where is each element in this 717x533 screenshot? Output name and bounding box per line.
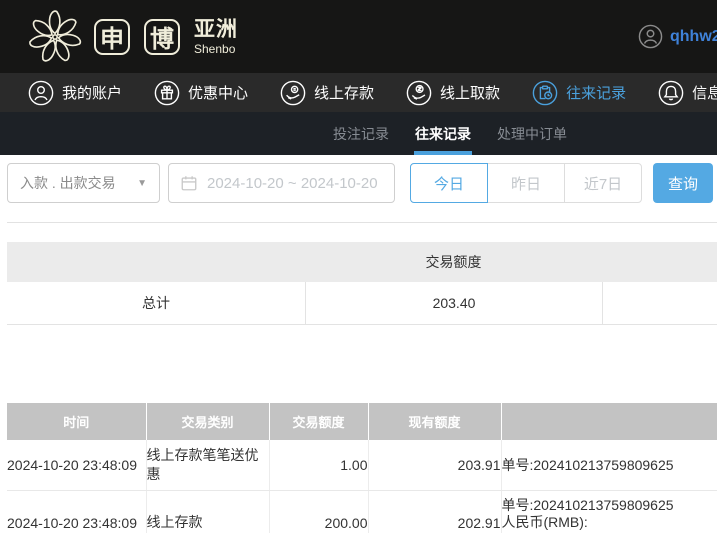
cell-time: 2024-10-20 23:48:09: [7, 440, 146, 491]
nav-item-messages[interactable]: 信息: [658, 80, 717, 106]
col-header-balance: 现有额度: [368, 403, 501, 440]
tab-betting-records[interactable]: 投注记录: [333, 112, 389, 155]
cell-balance: 203.91: [368, 440, 501, 491]
cell-summary: 单号:202410213759809625 人民币(RMB): 200: [501, 491, 717, 533]
transaction-type-select[interactable]: 入款 . 出款交易 ▼: [7, 163, 160, 203]
cell-amount: 1.00: [269, 440, 368, 491]
date-range-value: 2024-10-20 ~ 2024-10-20: [207, 175, 378, 192]
nav-item-my-account[interactable]: 我的账户: [28, 80, 122, 106]
cell-summary: 单号:202410213759809625: [501, 440, 717, 491]
summary-table: 交易额度 总计 203.40: [7, 242, 717, 325]
transactions-table: 时间 交易类别 交易额度 现有额度 摘要 2024-10-20 23:48:09…: [7, 403, 717, 533]
account-area[interactable]: qhhw2: [638, 0, 717, 73]
summary-total-row: 总计 203.40: [7, 282, 717, 325]
summary-header-row: 交易额度: [7, 242, 717, 282]
summary-total-value: 203.40: [305, 282, 602, 324]
nav-label: 优惠中心: [188, 82, 248, 103]
top-header: 申 博 亚洲 Shenbo qhhw2: [0, 0, 717, 73]
col-header-summary: 摘要: [501, 403, 717, 440]
table-row: 2024-10-20 23:48:09 线上存款 200.00 202.91 单…: [7, 491, 717, 533]
bell-icon: [658, 80, 684, 106]
nav-label: 我的账户: [62, 82, 122, 103]
col-header-summary-label: 摘要: [502, 412, 717, 431]
search-button[interactable]: 查询: [653, 163, 713, 203]
nav-label: 线上取款: [440, 82, 500, 103]
cell-type: 线上存款笔笔送优惠: [146, 440, 269, 491]
main-nav: 我的账户 优惠中心 线上存款: [0, 73, 717, 112]
table-row: 2024-10-20 23:48:09 线上存款笔笔送优惠 1.00 203.9…: [7, 440, 717, 491]
summary-total-label: 总计: [7, 293, 305, 313]
brand-subtitle: Shenbo: [194, 43, 238, 55]
nav-item-online-withdrawal[interactable]: 线上取款: [406, 80, 500, 106]
cell-type: 线上存款: [146, 491, 269, 533]
nav-item-online-deposit[interactable]: 线上存款: [280, 80, 374, 106]
brand-char-shen: 申: [94, 19, 130, 55]
nav-label: 往来记录: [566, 82, 626, 103]
cell-balance: 202.91: [368, 491, 501, 533]
summary-header-label: 交易额度: [305, 252, 602, 272]
cell-amount: 200.00: [269, 491, 368, 533]
filter-divider: [7, 222, 717, 223]
today-button[interactable]: 今日: [410, 163, 488, 203]
deposit-hand-coin-icon: [280, 80, 306, 106]
col-header-time: 时间: [7, 403, 146, 440]
date-range-input[interactable]: 2024-10-20 ~ 2024-10-20: [168, 163, 395, 203]
records-clipboard-icon: [532, 80, 558, 106]
nav-label: 信息: [692, 82, 717, 103]
brand-char-bo: 博: [144, 19, 180, 55]
summary-line: 单号:202410213759809625: [502, 497, 717, 514]
col-header-amount: 交易额度: [269, 403, 368, 440]
brand-region: 亚洲: [194, 19, 238, 40]
summary-line: 人民币(RMB):: [502, 514, 717, 531]
calendar-icon: [180, 174, 198, 192]
table-header-row: 时间 交易类别 交易额度 现有额度 摘要: [7, 403, 717, 440]
summary-empty-cell: [602, 282, 717, 324]
last7days-button[interactable]: 近7日: [564, 163, 642, 203]
gift-icon: [154, 80, 180, 106]
tab-processing-orders[interactable]: 处理中订单: [497, 112, 567, 155]
brand-logo[interactable]: 申 博 亚洲 Shenbo: [26, 8, 238, 66]
tab-transaction-records[interactable]: 往来记录: [415, 112, 471, 155]
lotus-flower-icon: [26, 8, 84, 66]
nav-item-promotions[interactable]: 优惠中心: [154, 80, 248, 106]
person-icon: [28, 80, 54, 106]
quick-date-buttons: 今日 昨日 近7日: [410, 163, 642, 203]
transaction-type-value: 入款 . 出款交易: [20, 173, 116, 193]
yesterday-button[interactable]: 昨日: [487, 163, 565, 203]
username[interactable]: qhhw2: [670, 28, 717, 46]
summary-line: 单号:202410213759809625: [502, 457, 674, 473]
cell-time: 2024-10-20 23:48:09: [7, 491, 146, 533]
chevron-down-icon: ▼: [137, 178, 147, 189]
nav-label: 线上存款: [314, 82, 374, 103]
page: 申 博 亚洲 Shenbo qhhw2 我的账户: [0, 0, 717, 533]
withdraw-hand-coin-icon: [406, 80, 432, 106]
nav-item-transaction-records[interactable]: 往来记录: [532, 80, 626, 106]
sub-tab-bar: 投注记录 往来记录 处理中订单: [0, 112, 717, 155]
col-header-type: 交易类别: [146, 403, 269, 440]
user-avatar-icon: [638, 24, 663, 49]
